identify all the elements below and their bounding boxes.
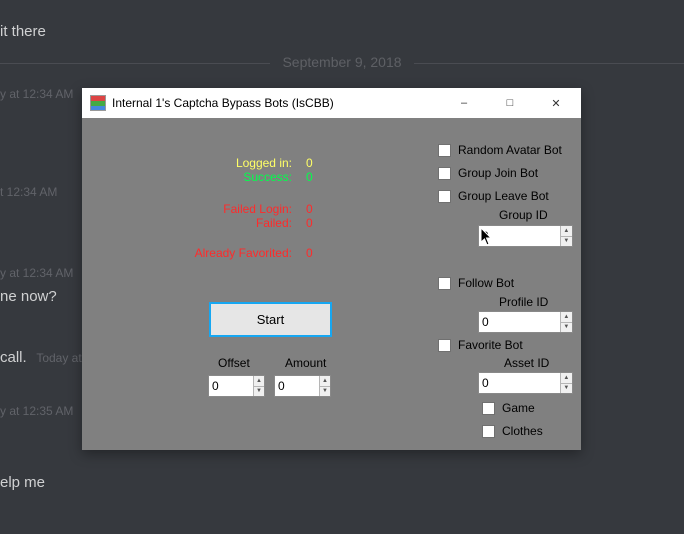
- date-divider: September 9, 2018: [0, 54, 684, 70]
- spinner-buttons[interactable]: ▲▼: [560, 373, 572, 393]
- success-value: 0: [306, 170, 313, 184]
- chat-timestamp: y at 12:35 AM: [0, 404, 73, 418]
- chat-fragment: call. Today at 1: [0, 349, 92, 366]
- chat-fragment: it there: [0, 23, 46, 40]
- failed-label: Failed:: [174, 216, 292, 230]
- chat-fragment: ne now?: [0, 288, 57, 305]
- app-icon: [90, 95, 106, 111]
- asset-id-stepper[interactable]: ▲▼: [478, 372, 573, 394]
- failed-login-label: Failed Login:: [174, 202, 292, 216]
- spinner-buttons[interactable]: ▲▼: [253, 376, 264, 396]
- group-id-stepper[interactable]: ▲▼: [478, 225, 573, 247]
- group-id-input[interactable]: [479, 226, 560, 246]
- amount-stepper[interactable]: ▲▼: [274, 375, 331, 397]
- chat-timestamp: y at 12:34 AM: [0, 266, 73, 280]
- group-id-label: Group ID: [499, 208, 548, 222]
- offset-label: Offset: [218, 356, 250, 370]
- offset-stepper[interactable]: ▲▼: [208, 375, 265, 397]
- group-join-checkbox[interactable]: Group Join Bot: [438, 166, 538, 180]
- profile-id-stepper[interactable]: ▲▼: [478, 311, 573, 333]
- spinner-buttons[interactable]: ▲▼: [319, 376, 330, 396]
- minimize-button[interactable]: ‒: [441, 88, 487, 118]
- chat-fragment: elp me: [0, 474, 45, 491]
- failed-value: 0: [306, 216, 313, 230]
- spinner-buttons[interactable]: ▲▼: [560, 226, 572, 246]
- logged-in-label: Logged in:: [174, 156, 292, 170]
- follow-bot-checkbox[interactable]: Follow Bot: [438, 276, 514, 290]
- group-leave-checkbox[interactable]: Group Leave Bot: [438, 189, 549, 203]
- clothes-checkbox[interactable]: Clothes: [482, 424, 543, 438]
- asset-id-input[interactable]: [479, 373, 560, 393]
- asset-id-label: Asset ID: [504, 356, 549, 370]
- titlebar[interactable]: Internal 1's Captcha Bypass Bots (IsCBB)…: [82, 88, 581, 118]
- game-checkbox[interactable]: Game: [482, 401, 535, 415]
- chat-timestamp: t 12:34 AM: [0, 185, 57, 199]
- profile-id-label: Profile ID: [499, 295, 548, 309]
- success-label: Success:: [174, 170, 292, 184]
- amount-label: Amount: [285, 356, 326, 370]
- spinner-buttons[interactable]: ▲▼: [560, 312, 572, 332]
- logged-in-value: 0: [306, 156, 313, 170]
- close-button[interactable]: ✕: [533, 88, 579, 118]
- maximize-button[interactable]: □: [487, 88, 533, 118]
- profile-id-input[interactable]: [479, 312, 560, 332]
- favorite-bot-checkbox[interactable]: Favorite Bot: [438, 338, 523, 352]
- app-window: Internal 1's Captcha Bypass Bots (IsCBB)…: [82, 88, 581, 450]
- chat-timestamp: y at 12:34 AM: [0, 87, 73, 101]
- start-button[interactable]: Start: [209, 302, 332, 337]
- offset-input[interactable]: [209, 376, 253, 396]
- random-avatar-checkbox[interactable]: Random Avatar Bot: [438, 143, 562, 157]
- already-favorited-value: 0: [306, 246, 313, 260]
- failed-login-value: 0: [306, 202, 313, 216]
- already-favorited-label: Already Favorited:: [174, 246, 292, 260]
- window-title: Internal 1's Captcha Bypass Bots (IsCBB): [112, 96, 441, 110]
- amount-input[interactable]: [275, 376, 319, 396]
